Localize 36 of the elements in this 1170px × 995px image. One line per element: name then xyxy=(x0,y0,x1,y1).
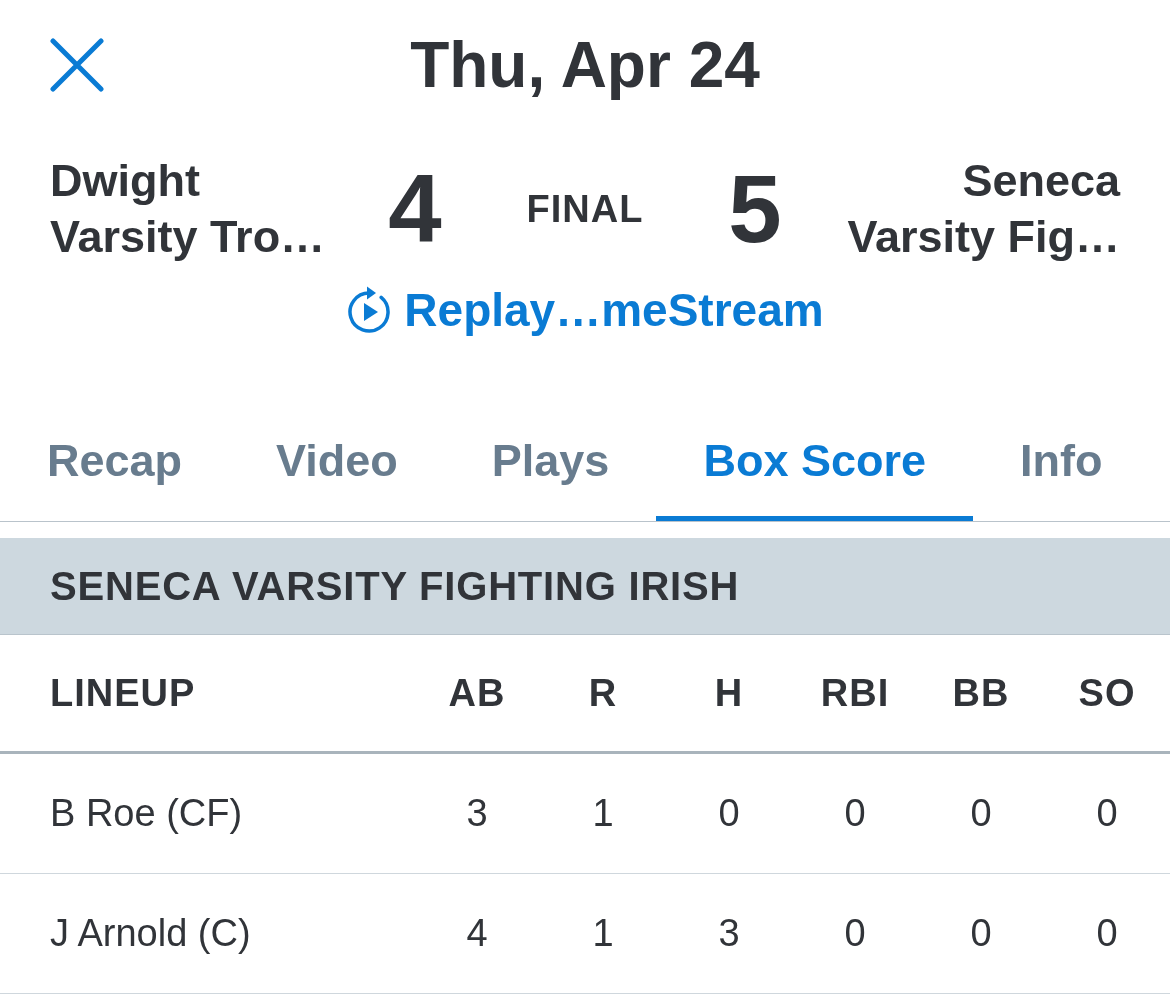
close-button[interactable] xyxy=(50,38,104,92)
column-header: H xyxy=(714,671,744,715)
team-name: Seneca Varsity Fig… xyxy=(846,154,1120,264)
replay-link[interactable]: Replay…meStream xyxy=(346,285,824,335)
column-header: SO xyxy=(1078,671,1136,715)
tab[interactable]: Video xyxy=(229,400,445,521)
column-header: AB xyxy=(448,671,506,715)
stat-cell: 1 xyxy=(592,912,614,955)
player-name: B Roe (CF) xyxy=(50,792,243,835)
stat-cell: 1 xyxy=(592,792,614,835)
stat-cell: 0 xyxy=(718,792,740,835)
tab[interactable]: Plays xyxy=(444,400,657,521)
stat-cell: 0 xyxy=(844,912,866,955)
team-score: 4 xyxy=(388,161,442,257)
column-header: BB xyxy=(952,671,1010,715)
column-header: RBI xyxy=(820,671,890,715)
close-icon xyxy=(50,38,104,92)
stat-cell: 3 xyxy=(466,792,488,835)
team-name: Dwight Varsity Tro… xyxy=(50,154,327,264)
stat-cell: 0 xyxy=(1096,912,1118,955)
stat-cell: 0 xyxy=(1096,792,1118,835)
tab[interactable]: Recap xyxy=(0,400,230,521)
stat-cell: 0 xyxy=(970,912,992,955)
tab[interactable]: Info xyxy=(973,400,1150,521)
tab[interactable]: Box Score xyxy=(656,400,973,521)
column-header: LINEUP xyxy=(50,671,196,715)
replay-icon xyxy=(346,286,393,334)
team-section-header: SENECA VARSITY FIGHTING IRISH xyxy=(0,538,1170,635)
game-status: FINAL xyxy=(526,190,644,228)
stat-cell: 0 xyxy=(970,792,992,835)
stat-cell: 4 xyxy=(466,912,488,955)
team-score: 5 xyxy=(728,161,782,257)
stat-cell: 3 xyxy=(718,912,740,955)
stat-cell: 0 xyxy=(844,792,866,835)
column-header: R xyxy=(588,671,618,715)
player-name: J Arnold (C) xyxy=(50,912,251,955)
